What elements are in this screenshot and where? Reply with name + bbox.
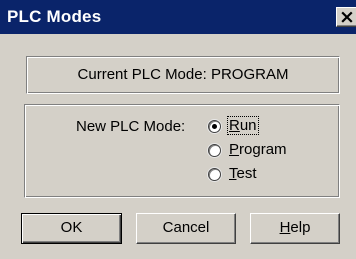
ok-button[interactable]: OK: [21, 213, 122, 244]
close-button[interactable]: ×: [336, 6, 356, 28]
radio-test-circle[interactable]: [208, 168, 221, 181]
help-label-rest: elp: [290, 219, 311, 236]
current-mode-label: Current PLC Mode:: [77, 66, 207, 83]
current-mode-text: Current PLC Mode: PROGRAM: [27, 66, 339, 83]
radio-run-label[interactable]: Run: [227, 116, 259, 135]
close-icon: ×: [339, 6, 355, 28]
current-mode-value: PROGRAM: [210, 66, 289, 83]
radio-program-circle[interactable]: [208, 144, 221, 157]
title-bar[interactable]: PLC Modes ×: [0, 0, 356, 34]
radio-test[interactable]: Test: [208, 165, 338, 186]
radio-run-label-rest: un: [239, 117, 257, 134]
radio-run-accesskey: R: [229, 117, 240, 134]
radio-program-label-rest: rogram: [239, 141, 287, 158]
help-accesskey: H: [279, 219, 291, 236]
radio-run-circle[interactable]: [208, 120, 221, 133]
radio-test-label[interactable]: Test: [228, 165, 258, 182]
help-button[interactable]: Help: [250, 213, 340, 244]
radio-test-accesskey: T: [229, 165, 237, 182]
window-title: PLC Modes: [7, 7, 102, 26]
radio-selected-dot: [212, 124, 217, 129]
radio-program[interactable]: Program: [208, 141, 338, 162]
radio-program-accesskey: P: [229, 141, 240, 158]
plc-modes-dialog: PLC Modes × Current PLC Mode: PROGRAM Ne…: [0, 0, 356, 259]
radio-program-label[interactable]: Program: [228, 141, 288, 158]
cancel-button[interactable]: Cancel: [136, 213, 236, 244]
current-mode-box: Current PLC Mode: PROGRAM: [26, 56, 340, 94]
new-mode-label: New PLC Mode:: [76, 118, 186, 135]
new-mode-box: New PLC Mode: Run Program Test: [24, 104, 340, 198]
radio-run[interactable]: Run: [208, 116, 338, 138]
radio-test-label-rest: est: [236, 165, 257, 182]
